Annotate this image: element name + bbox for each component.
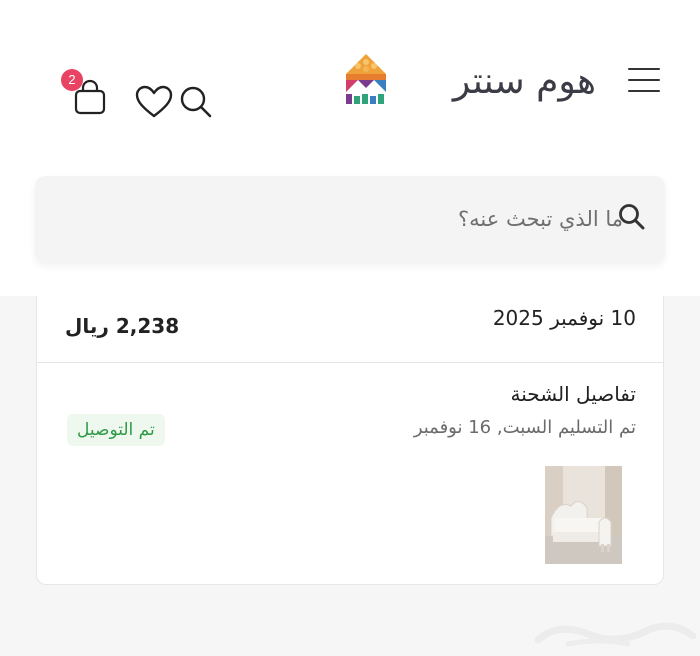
search-bar: [35, 176, 665, 262]
search-input[interactable]: [55, 196, 631, 242]
divider: [37, 362, 663, 363]
order-card[interactable]: 10 نوفمبر 2025 2,238 ريال تفاصيل الشحنة …: [36, 296, 664, 585]
search-icon: [180, 86, 212, 118]
home-centre-logo[interactable]: هوم سنتر: [338, 50, 598, 110]
shipment-details-title: تفاصيل الشحنة: [510, 382, 636, 406]
watermark-logo: [528, 612, 698, 652]
heart-icon: [135, 85, 173, 118]
logo-mark-icon: [346, 54, 386, 104]
menu-button[interactable]: [628, 66, 660, 94]
wishlist-button[interactable]: [134, 84, 174, 120]
haraj-watermark-icon: [534, 622, 697, 647]
delivery-date-text: تم التسليم السبت, 16 نوفمبر: [413, 417, 636, 438]
cart-count-badge: 2: [61, 69, 83, 91]
product-thumbnail[interactable]: [545, 466, 622, 564]
bed-image: [545, 466, 622, 564]
header-search-button[interactable]: [178, 84, 214, 120]
site-header: هوم سنتر 2: [0, 0, 700, 296]
order-date: 10 نوفمبر 2025: [492, 306, 636, 330]
status-badge: تم التوصيل: [67, 414, 165, 446]
order-total: 2,238 ريال: [65, 314, 180, 338]
logo-text: هوم سنتر: [452, 61, 596, 102]
search-bar-icon: [619, 204, 645, 230]
